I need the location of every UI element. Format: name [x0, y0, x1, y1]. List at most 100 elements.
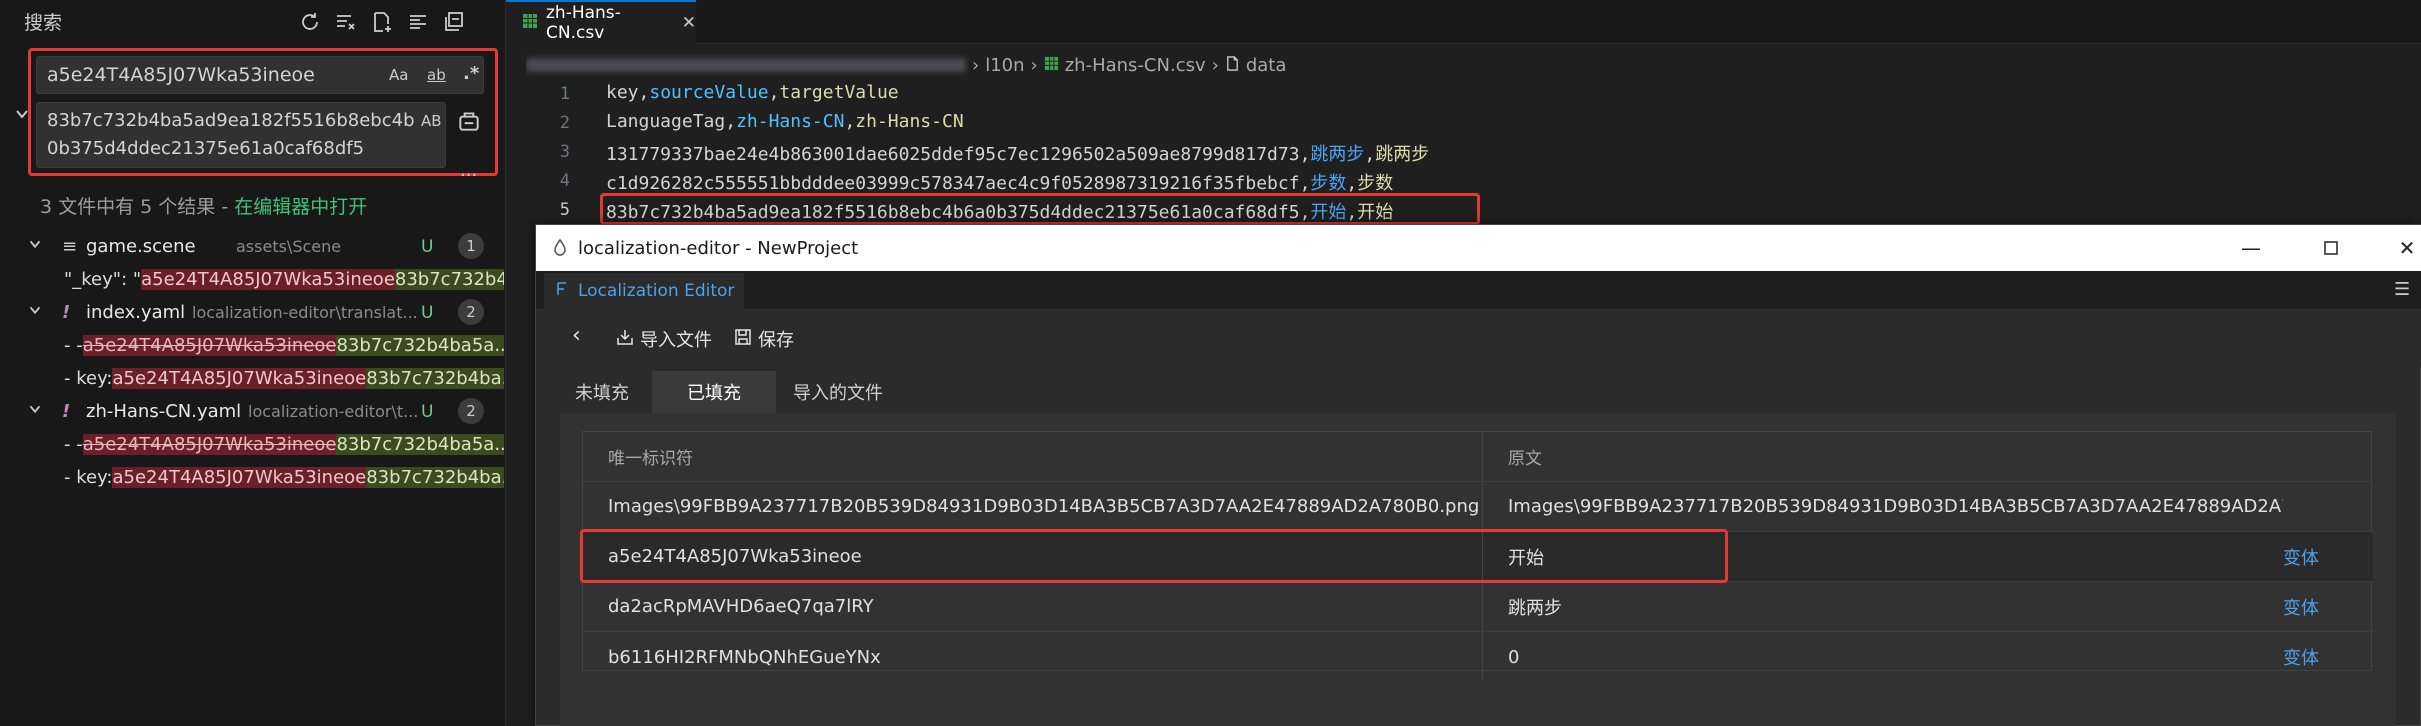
- result-file-index-yaml[interactable]: ! index.yaml localization-editor\transla…: [0, 296, 506, 329]
- table-row[interactable]: Images\99FBB9A237717B20B539D84931D9B03D1…: [583, 482, 2373, 532]
- match-new-text: 83b7c732b4ba...: [366, 368, 504, 389]
- close-icon[interactable]: ✕: [682, 13, 696, 33]
- tab-imported-files[interactable]: 导入的文件: [776, 371, 900, 413]
- csv-file-icon: [522, 13, 538, 34]
- result-match[interactable]: - - a5e24T4A85J07Wka53ineoe 83b7c732b4ba5…: [64, 428, 504, 461]
- open-in-editor-link[interactable]: 在编辑器中打开: [234, 196, 367, 218]
- table-header: 唯一标识符 原文: [583, 432, 2373, 482]
- entries-panel: 唯一标识符 原文 Images\99FBB9A237717B20B539D849…: [560, 413, 2396, 726]
- result-file-name: game.scene: [86, 236, 196, 257]
- more-options-icon[interactable]: ...: [460, 160, 477, 181]
- search-input-value: a5e24T4A85J07Wka53ineoe: [47, 64, 315, 86]
- column-header-source: 原文: [1508, 449, 1542, 469]
- refresh-icon[interactable]: [292, 6, 328, 38]
- variant-link[interactable]: 变体: [2283, 532, 2373, 581]
- chevron-down-icon[interactable]: [26, 400, 44, 423]
- results-summary-text: 3 文件中有 5 个结果 -: [40, 196, 235, 218]
- localization-editor-tab[interactable]: Localization Editor: [544, 273, 744, 309]
- result-match[interactable]: - key: a5e24T4A85J07Wka53ineoe 83b7c732b4…: [64, 461, 504, 494]
- breadcrumb-item[interactable]: l10n: [985, 55, 1024, 76]
- result-file-path: assets\Scene: [236, 237, 342, 256]
- row-value: 跳两步: [1508, 597, 1562, 619]
- editor-tab-label: zh-Hans-CN.csv: [546, 3, 621, 43]
- chevron-right-icon: ›: [1211, 54, 1219, 76]
- match-case-toggle[interactable]: Aa: [389, 66, 408, 84]
- result-file-path: localization-editor\t...: [248, 402, 419, 421]
- clear-results-icon[interactable]: [328, 6, 364, 38]
- yaml-file-icon: !: [62, 302, 71, 323]
- menu-icon[interactable]: ☰: [2394, 279, 2410, 300]
- panel-tab-label: Localization Editor: [578, 281, 735, 301]
- editor-tab-bar: zh-Hans-CN.csv ✕: [506, 0, 2421, 44]
- editor-tab[interactable]: zh-Hans-CN.csv ✕: [506, 0, 696, 44]
- match-count-badge: 2: [458, 299, 484, 325]
- row-action[interactable]: [2283, 482, 2373, 531]
- line-number: 3: [559, 142, 570, 162]
- code-line[interactable]: c1d926282c555551bbdddee03999c578347aec4c…: [606, 169, 1393, 195]
- tab-filled[interactable]: 已填充: [652, 371, 776, 413]
- back-button[interactable]: ‹: [572, 323, 581, 348]
- app-icon: [550, 238, 570, 262]
- chevron-right-icon: ›: [972, 54, 980, 76]
- file-icon: [1225, 55, 1240, 76]
- match-count-badge: 2: [458, 398, 484, 424]
- import-icon: [616, 328, 634, 351]
- result-match[interactable]: - key: a5e24T4A85J07Wka53ineoe 83b7c732b4…: [64, 362, 504, 395]
- new-search-editor-icon[interactable]: [364, 6, 400, 38]
- result-match[interactable]: "_key": " a5e24T4A85J07Wka53ineoe 83b7c732…: [64, 263, 504, 296]
- redacted-path: [526, 58, 966, 72]
- import-file-button[interactable]: 导入文件: [616, 326, 712, 352]
- result-file-path: localization-editor\translat...: [192, 303, 418, 322]
- result-file-game-scene[interactable]: ≡ game.scene assets\Scene U 1: [0, 230, 506, 263]
- csv-file-icon: [1044, 55, 1059, 76]
- replace-all-icon[interactable]: [456, 108, 486, 138]
- use-regex-toggle[interactable]: .*: [463, 63, 479, 84]
- replace-input[interactable]: 83b7c732b4ba5ad9ea182f5516b8ebc4b6a 0b37…: [36, 102, 446, 168]
- match-old-text: a5e24T4A85J07Wka53ineoe: [112, 467, 367, 488]
- row-value: 0: [1508, 646, 1520, 668]
- breadcrumb-item[interactable]: data: [1246, 55, 1287, 76]
- window-title: localization-editor - NewProject: [578, 237, 859, 259]
- code-line[interactable]: 131779337bae24e4b863001dae6025ddef95c7ec…: [606, 140, 1429, 166]
- filter-tabs: 未填充 已填充 导入的文件: [536, 371, 900, 413]
- result-file-name: zh-Hans-CN.yaml: [86, 401, 242, 422]
- line-highlight-box: [600, 193, 1480, 225]
- code-line[interactable]: key,sourceValue,targetValue: [606, 82, 899, 103]
- panel-tab-icon: [554, 281, 570, 302]
- result-match[interactable]: - - a5e24T4A85J07Wka53ineoe 83b7c732b4ba5…: [64, 329, 504, 362]
- line-number: 2: [559, 113, 570, 133]
- chevron-down-icon[interactable]: [26, 235, 44, 258]
- tab-unfilled[interactable]: 未填充: [536, 371, 652, 413]
- view-as-tree-icon[interactable]: [400, 6, 436, 38]
- search-sidebar: 搜索 a5e24T4A85J07Wka53ineoe Aa ab .* 83b7…: [0, 0, 506, 726]
- preserve-case-toggle[interactable]: AB: [421, 112, 442, 130]
- result-file-zh-hans-cn-yaml[interactable]: ! zh-Hans-CN.yaml localization-editor\t.…: [0, 395, 506, 428]
- variant-link[interactable]: 变体: [2283, 582, 2373, 631]
- variant-link[interactable]: 变体: [2283, 632, 2373, 682]
- chevron-down-icon[interactable]: [26, 301, 44, 324]
- match-new-text: 83b7c732b4...: [394, 269, 504, 290]
- code-line[interactable]: LanguageTag,zh-Hans-CN,zh-Hans-CN: [606, 111, 964, 132]
- line-number: 1: [559, 84, 570, 104]
- maximize-icon[interactable]: [2296, 225, 2366, 271]
- save-button[interactable]: 保存: [734, 326, 794, 352]
- close-icon[interactable]: ✕: [2372, 225, 2421, 271]
- row-value: Images\99FBB9A237717B20B539D84931D9B03D1…: [1508, 496, 2283, 517]
- result-file-name: index.yaml: [86, 302, 186, 323]
- collapse-all-icon[interactable]: [436, 6, 472, 38]
- localization-editor-window: localization-editor - NewProject — ✕ Loc…: [535, 224, 2421, 726]
- chevron-right-icon: ›: [1030, 54, 1038, 76]
- table-row[interactable]: b6116HI2RFMNbQNhEGueYNx 0 变体: [583, 632, 2373, 682]
- search-input[interactable]: a5e24T4A85J07Wka53ineoe Aa ab .*: [36, 56, 484, 94]
- match-count-badge: 1: [458, 233, 484, 259]
- line-number: 5: [559, 200, 570, 220]
- search-toolbar: [292, 6, 472, 38]
- results-summary: 3 文件中有 5 个结果 - 在编辑器中打开: [40, 192, 367, 219]
- table-row[interactable]: da2acRpMAVHD6aeQ7qa7lRY 跳两步 变体: [583, 582, 2373, 632]
- match-old-text: a5e24T4A85J07Wka53ineoe: [141, 269, 395, 290]
- match-whole-word-toggle[interactable]: ab: [427, 66, 446, 84]
- match-new-text: 83b7c732b4ba5a...: [336, 434, 504, 455]
- minimize-icon[interactable]: —: [2216, 225, 2286, 271]
- breadcrumb-item[interactable]: zh-Hans-CN.csv: [1065, 55, 1206, 76]
- git-status-badge: U: [421, 401, 434, 422]
